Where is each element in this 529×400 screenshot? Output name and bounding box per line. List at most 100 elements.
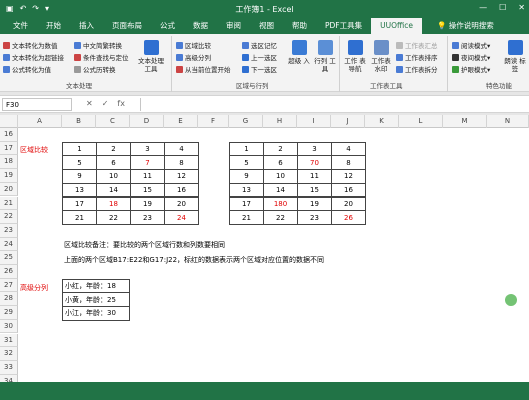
rowcol-tools-button[interactable]: 行列 工具 xyxy=(312,40,338,73)
table2-cell[interactable]: 70 xyxy=(297,155,332,171)
maximize-icon[interactable]: ☐ xyxy=(499,3,506,12)
table2-cell[interactable]: 4 xyxy=(331,141,366,157)
table1-cell[interactable]: 5 xyxy=(62,155,97,171)
table1-cell[interactable]: 9 xyxy=(62,169,97,184)
text-tools-button[interactable]: 文本处理 工具 xyxy=(136,40,166,73)
table1-cell[interactable]: 18 xyxy=(96,196,131,212)
split-value-cell[interactable]: 小江，年龄：30 xyxy=(62,306,130,321)
table2-cell[interactable]: 26 xyxy=(331,210,366,225)
table2-cell[interactable]: 21 xyxy=(229,210,264,225)
minimize-icon[interactable]: — xyxy=(479,3,487,12)
sheet-split-button[interactable]: 工作表拆分 xyxy=(396,64,438,74)
row-header[interactable]: 18 xyxy=(0,155,18,170)
chinese-convert-button[interactable]: 中文简繁转换 xyxy=(74,40,122,50)
table1-cell[interactable]: 16 xyxy=(164,182,199,198)
super-insert-button[interactable]: 超级 入 xyxy=(286,40,312,65)
row-header[interactable]: 29 xyxy=(0,306,18,320)
tab-home[interactable]: 开始 xyxy=(37,18,70,34)
table1-cell[interactable]: 19 xyxy=(130,196,165,212)
reading-mode-button[interactable]: 阅读模式▾ xyxy=(452,40,490,50)
table1-cell[interactable]: 12 xyxy=(164,169,199,184)
row-header[interactable]: 20 xyxy=(0,182,18,197)
column-header[interactable]: L xyxy=(399,115,443,128)
table1-cell[interactable]: 15 xyxy=(130,182,165,198)
table2-cell[interactable]: 22 xyxy=(263,210,298,225)
row-header[interactable]: 33 xyxy=(0,360,18,375)
sheet-watermark-button[interactable]: 工作表 水印 xyxy=(368,40,394,73)
read-aloud-button[interactable]: 朗读 标签 xyxy=(502,40,528,73)
table2-cell[interactable]: 12 xyxy=(331,169,366,184)
night-mode-button[interactable]: 夜间模式▾ xyxy=(452,52,490,62)
tab-pdf-tools[interactable]: PDF工具集 xyxy=(316,18,371,34)
table1-cell[interactable]: 3 xyxy=(130,141,165,157)
table1-cell[interactable]: 11 xyxy=(130,169,165,184)
column-header[interactable]: J xyxy=(331,115,365,128)
table2-cell[interactable]: 17 xyxy=(229,196,264,212)
table1-cell[interactable]: 14 xyxy=(96,182,131,198)
table1-cell[interactable]: 21 xyxy=(62,210,97,225)
table2-cell[interactable]: 10 xyxy=(263,169,298,184)
start-from-current-button[interactable]: 从当前位置开始 xyxy=(176,64,231,74)
column-header[interactable]: C xyxy=(96,115,130,128)
split-value-cell[interactable]: 小黄，年龄：25 xyxy=(62,292,130,308)
column-header[interactable]: F xyxy=(198,115,229,128)
area-compare-button[interactable]: 区域比较 xyxy=(176,40,211,50)
column-header[interactable]: D xyxy=(130,115,164,128)
column-header[interactable]: B xyxy=(62,115,96,128)
table2-cell[interactable]: 11 xyxy=(297,169,332,184)
tell-me-search[interactable]: 💡 操作说明搜索 xyxy=(428,18,503,34)
row-header[interactable]: 28 xyxy=(0,292,18,307)
table2-cell[interactable]: 15 xyxy=(297,182,332,198)
table2-cell[interactable]: 13 xyxy=(229,182,264,198)
text-to-number-button[interactable]: 文本转化为数值 xyxy=(3,40,58,50)
formula-to-value-button[interactable]: 公式转化为值 xyxy=(3,64,51,74)
split-value-cell[interactable]: 小红，年龄：18 xyxy=(62,278,130,294)
table1-cell[interactable]: 23 xyxy=(130,210,165,225)
row-header[interactable]: 17 xyxy=(0,141,18,156)
table1-cell[interactable]: 1 xyxy=(62,141,97,157)
column-header[interactable]: A xyxy=(18,115,62,128)
tab-formulas[interactable]: 公式 xyxy=(151,18,184,34)
tab-uuoffice[interactable]: UUOffice xyxy=(371,18,422,34)
table1-cell[interactable]: 4 xyxy=(164,141,199,157)
table2-cell[interactable]: 8 xyxy=(331,155,366,171)
tab-page-layout[interactable]: 页面布局 xyxy=(103,18,151,34)
table2-cell[interactable]: 14 xyxy=(263,182,298,198)
tab-data[interactable]: 数据 xyxy=(184,18,217,34)
row-header[interactable]: 21 xyxy=(0,196,18,211)
row-header[interactable]: 24 xyxy=(0,237,18,252)
confirm-icon[interactable]: ✓ xyxy=(102,99,109,108)
row-header[interactable]: 23 xyxy=(0,223,18,238)
row-header[interactable]: 27 xyxy=(0,278,18,293)
row-header[interactable]: 22 xyxy=(0,210,18,224)
row-header[interactable]: 30 xyxy=(0,319,18,334)
sheet-navigation-button[interactable]: 工作 表导航 xyxy=(342,40,368,73)
table1-cell[interactable]: 6 xyxy=(96,155,131,171)
table1-cell[interactable]: 2 xyxy=(96,141,131,157)
table1-cell[interactable]: 8 xyxy=(164,155,199,171)
table2-cell[interactable]: 16 xyxy=(331,182,366,198)
function-icon[interactable]: fx xyxy=(117,99,125,108)
selection-memory-button[interactable]: 选区记忆 xyxy=(242,40,277,50)
cancel-icon[interactable]: ✕ xyxy=(86,99,93,108)
prev-selection-button[interactable]: 上一选区 xyxy=(242,52,277,62)
table2-cell[interactable]: 180 xyxy=(263,196,298,212)
row-header[interactable]: 34 xyxy=(0,374,18,382)
row-header[interactable]: 31 xyxy=(0,333,18,348)
row-header[interactable]: 19 xyxy=(0,169,18,183)
column-header[interactable]: H xyxy=(263,115,297,128)
table1-cell[interactable]: 22 xyxy=(96,210,131,225)
column-header[interactable]: G xyxy=(229,115,263,128)
column-header[interactable]: M xyxy=(443,115,487,128)
table2-cell[interactable]: 20 xyxy=(331,196,366,212)
table1-cell[interactable]: 20 xyxy=(164,196,199,212)
table1-cell[interactable]: 13 xyxy=(62,182,97,198)
eye-care-mode-button[interactable]: 护眼模式▾ xyxy=(452,64,490,74)
row-header[interactable]: 16 xyxy=(0,128,18,142)
worksheet-grid[interactable]: 区域比较 高级分列 区域比较备注：要比较的两个区域行数和列数要相同 上面的两个区… xyxy=(0,128,529,382)
table2-cell[interactable]: 1 xyxy=(229,141,264,157)
sheet-sort-button[interactable]: 工作表排序 xyxy=(396,52,438,62)
tab-insert[interactable]: 插入 xyxy=(70,18,103,34)
conditional-find-button[interactable]: 条件查找与定位 xyxy=(74,52,129,62)
table2-cell[interactable]: 6 xyxy=(263,155,298,171)
